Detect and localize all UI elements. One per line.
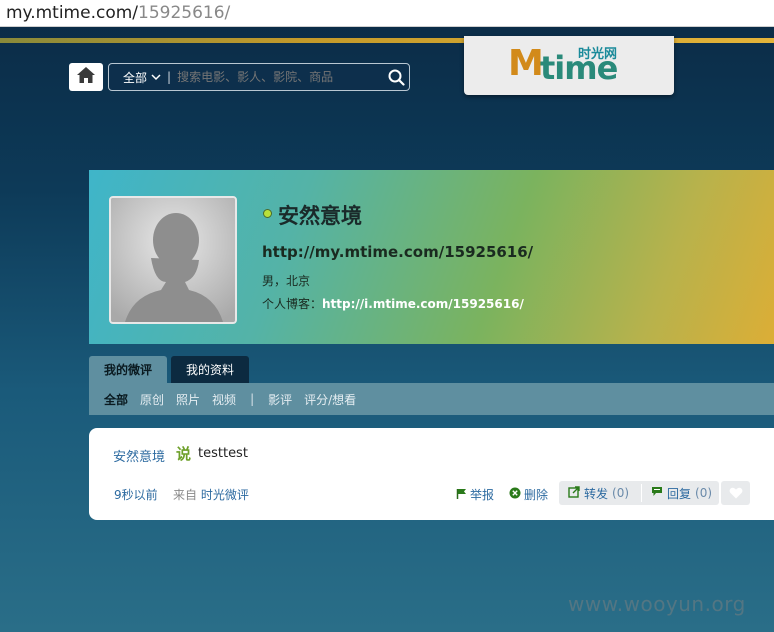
profile-name: 安然意境 xyxy=(278,204,362,228)
url-path: 15925616/ xyxy=(138,3,231,23)
post-timestamp[interactable]: 9秒以前 xyxy=(114,486,158,503)
search-box[interactable]: 全部 | xyxy=(108,63,410,91)
filter-ratings[interactable]: 评分/想看 xyxy=(304,391,356,408)
blog-label: 个人博客： xyxy=(262,297,323,311)
default-avatar-silhouette-icon xyxy=(111,198,235,322)
filter-separator: | xyxy=(250,392,255,406)
report-label: 举报 xyxy=(470,488,495,502)
profile-url[interactable]: http://my.mtime.com/15925616/ xyxy=(262,243,533,261)
search-divider: | xyxy=(167,70,172,84)
feed-post: 安然意境 说 testtest 9秒以前 来自 时光微评 举报 删除 转发 (0)… xyxy=(89,428,774,520)
logo-cn-text: 时光网 xyxy=(578,47,618,62)
profile-blog: 个人博客：http://i.mtime.com/15925616/ xyxy=(262,295,524,312)
feed-filter-bar: 全部 原创 照片 视频 | 影评 评分/想看 xyxy=(89,383,774,415)
filter-photos[interactable]: 照片 xyxy=(176,391,200,408)
post-source-label: 来自 xyxy=(173,488,198,502)
delete-button[interactable]: 删除 xyxy=(509,486,548,503)
reply-label: 回复 xyxy=(667,486,692,501)
search-input[interactable] xyxy=(177,70,383,84)
avatar[interactable] xyxy=(109,196,237,324)
search-scope-label: 全部 xyxy=(123,70,148,85)
search-icon[interactable] xyxy=(383,69,409,86)
profile-banner: 安然意境 http://my.mtime.com/15925616/ 男，北京 … xyxy=(89,170,774,344)
post-text: testtest xyxy=(198,446,248,461)
forward-icon xyxy=(568,485,580,501)
forward-reply-group: 转发 (0) 回复 (0) xyxy=(559,481,719,505)
reply-button[interactable]: 回复 (0) xyxy=(642,485,712,502)
chevron-down-icon xyxy=(151,70,161,84)
post-source-client[interactable]: 时光微评 xyxy=(201,488,249,502)
online-status-dot xyxy=(263,209,272,218)
post-author[interactable]: 安然意境 xyxy=(113,446,165,465)
flag-icon xyxy=(456,488,467,502)
tab-my-micro-reviews[interactable]: 我的微评 xyxy=(89,356,167,383)
post-source: 来自 时光微评 xyxy=(173,486,249,503)
report-button[interactable]: 举报 xyxy=(456,486,494,503)
watermark: www.wooyun.org xyxy=(568,592,746,616)
forward-count: (0) xyxy=(612,486,630,500)
blog-link[interactable]: http://i.mtime.com/15925616/ xyxy=(322,297,524,311)
profile-gender-location: 男，北京 xyxy=(262,274,311,288)
search-scope-dropdown[interactable]: 全部 xyxy=(109,69,167,86)
comment-icon xyxy=(651,486,663,500)
filter-videos[interactable]: 视频 xyxy=(212,391,236,408)
logo-letter-m: M xyxy=(508,43,544,84)
mtime-logo[interactable]: M time 时光网 xyxy=(464,36,674,95)
forward-label: 转发 xyxy=(584,486,609,501)
address-bar[interactable]: my.mtime.com/15925616/ xyxy=(0,0,774,27)
url-domain: my.mtime.com/ xyxy=(6,3,139,23)
forward-button[interactable]: 转发 (0) xyxy=(559,485,629,502)
reply-count: (0) xyxy=(695,486,713,500)
home-button[interactable] xyxy=(69,63,103,91)
filter-all[interactable]: 全部 xyxy=(104,391,128,408)
heart-icon xyxy=(729,484,743,503)
filter-original[interactable]: 原创 xyxy=(140,391,164,408)
filter-reviews[interactable]: 影评 xyxy=(268,391,292,408)
like-button[interactable] xyxy=(721,481,750,505)
home-icon xyxy=(76,66,96,88)
post-says-label: 说 xyxy=(176,445,192,463)
tab-my-profile[interactable]: 我的资料 xyxy=(171,356,249,383)
delete-label: 删除 xyxy=(524,488,549,502)
delete-icon xyxy=(509,487,521,502)
